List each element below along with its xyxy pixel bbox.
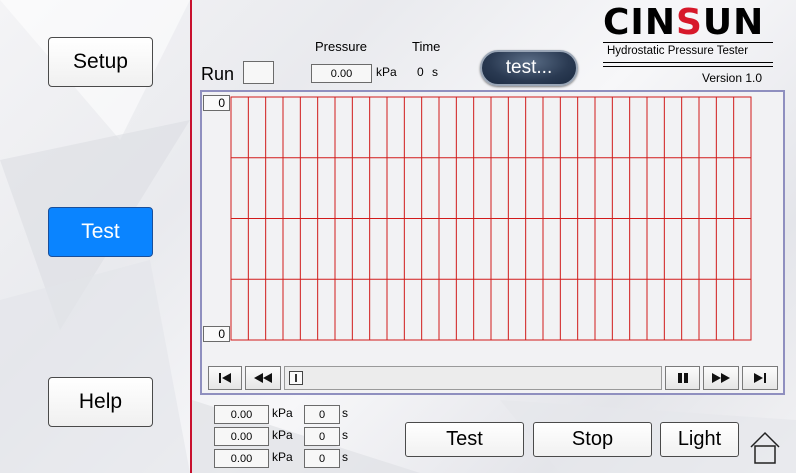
time-unit: s bbox=[432, 65, 438, 79]
reading-3-pressure: 0.00 bbox=[214, 449, 269, 468]
pause-icon[interactable] bbox=[665, 366, 700, 390]
stop-button[interactable]: Stop bbox=[533, 422, 652, 457]
skip-to-start-icon[interactable] bbox=[208, 366, 242, 390]
reading-1-pressure: 0.00 bbox=[214, 405, 269, 424]
brand-subtitle: Hydrostatic Pressure Tester bbox=[607, 45, 749, 57]
reading-2-pressure-unit: kPa bbox=[272, 428, 293, 442]
reading-2-pressure: 0.00 bbox=[214, 427, 269, 446]
fast-forward-icon[interactable] bbox=[703, 366, 739, 390]
scrollbar-thumb[interactable] bbox=[289, 371, 303, 385]
status-button[interactable]: test... bbox=[480, 50, 578, 86]
setup-button[interactable]: Setup bbox=[48, 37, 153, 87]
y-axis-bottom-label: 0 bbox=[203, 326, 230, 342]
reading-1-pressure-unit: kPa bbox=[272, 406, 293, 420]
light-button[interactable]: Light bbox=[660, 422, 739, 457]
chart-scrollbar[interactable] bbox=[284, 366, 662, 390]
reading-3-time: 0 bbox=[304, 449, 340, 468]
test-nav-button[interactable]: Test bbox=[48, 207, 153, 257]
pressure-label: Pressure bbox=[315, 39, 368, 54]
pressure-unit: kPa bbox=[376, 65, 397, 79]
home-icon[interactable] bbox=[749, 430, 781, 464]
rewind-icon[interactable] bbox=[245, 366, 281, 390]
reading-1-time-unit: s bbox=[342, 406, 348, 420]
reading-3-pressure-unit: kPa bbox=[272, 450, 293, 464]
y-axis-top-label: 0 bbox=[203, 95, 230, 111]
chart-grid bbox=[230, 96, 752, 341]
reading-3-time-unit: s bbox=[342, 450, 348, 464]
brand-rule-bottom bbox=[603, 66, 773, 67]
reading-2-time-unit: s bbox=[342, 428, 348, 442]
run-indicator bbox=[243, 61, 274, 84]
time-value: 0 bbox=[417, 65, 424, 79]
reading-2-time: 0 bbox=[304, 427, 340, 446]
time-label: Time bbox=[412, 39, 441, 54]
help-button[interactable]: Help bbox=[48, 377, 153, 427]
pressure-value: 0.00 bbox=[311, 64, 372, 83]
version-label: Version 1.0 bbox=[702, 71, 763, 85]
reading-1-time: 0 bbox=[304, 405, 340, 424]
run-label: Run bbox=[201, 64, 235, 84]
brand-rule-top bbox=[603, 42, 773, 43]
skip-to-end-icon[interactable] bbox=[742, 366, 778, 390]
vertical-divider bbox=[190, 0, 192, 473]
test-button[interactable]: Test bbox=[405, 422, 524, 457]
brand-logo: CINSUN bbox=[603, 2, 765, 43]
brand-rule-mid bbox=[603, 62, 773, 63]
